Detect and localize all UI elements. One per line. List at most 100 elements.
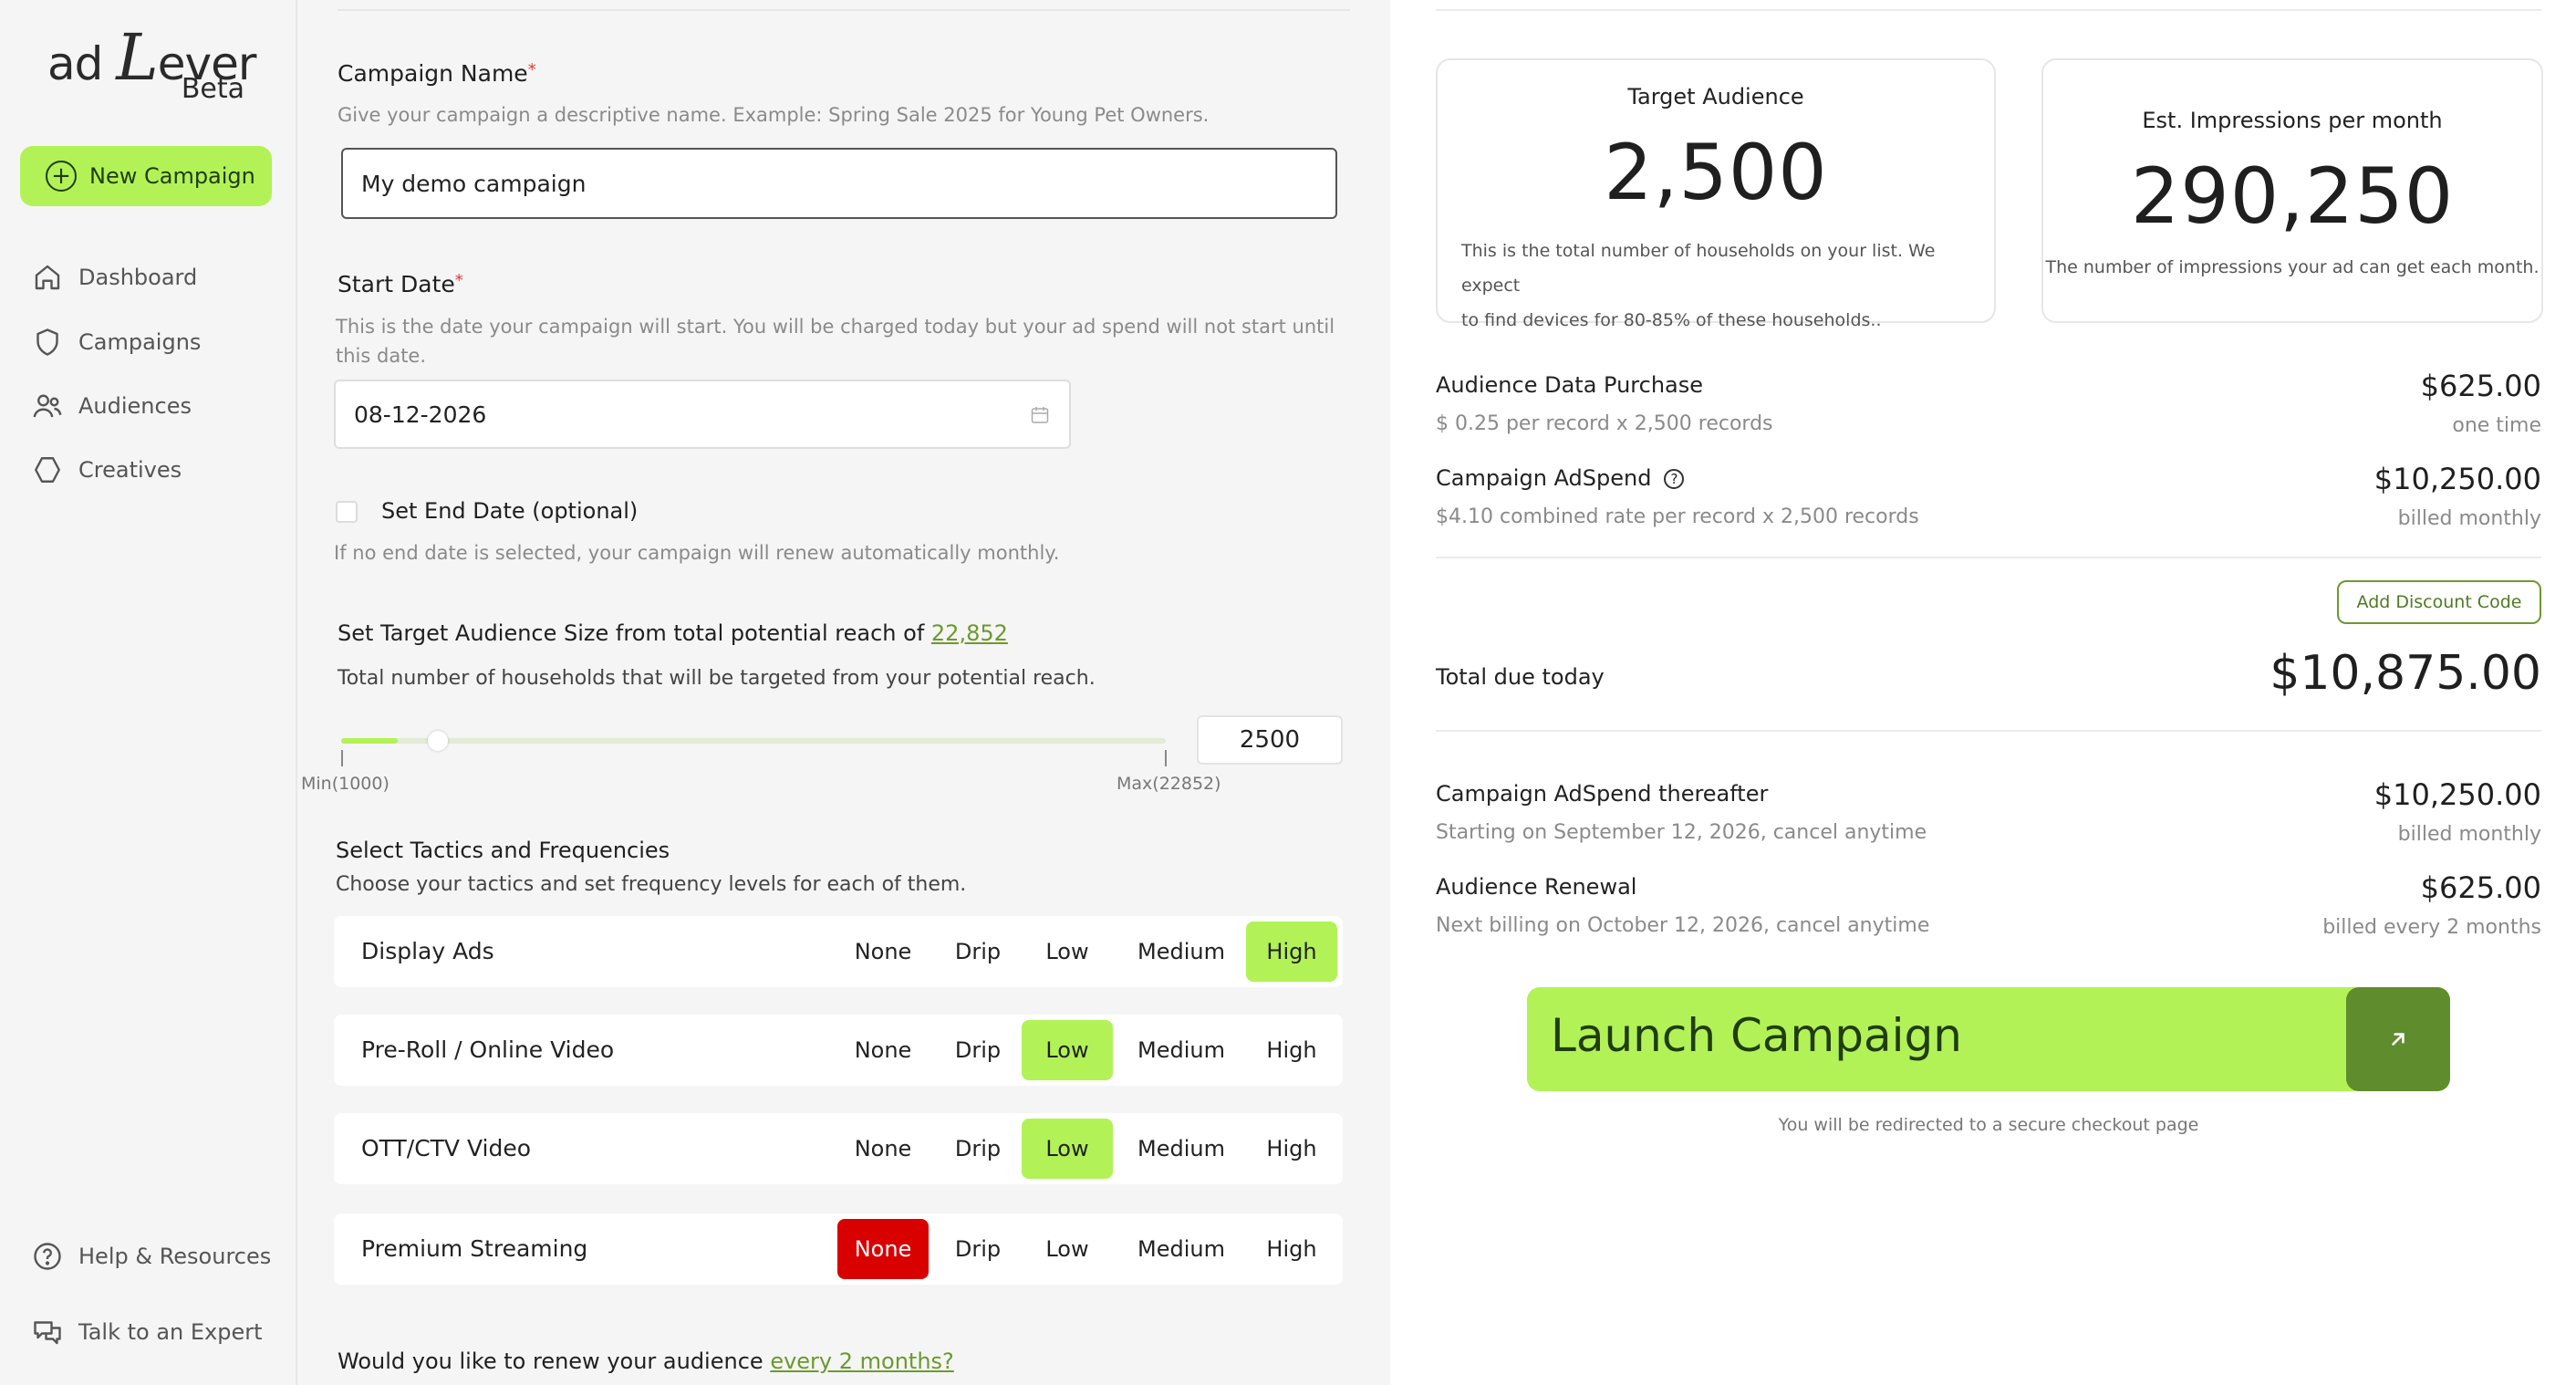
audience-purchase-billing: one time: [2452, 414, 2541, 437]
impressions-value: 290,250: [2130, 151, 2455, 241]
start-date-help: This is the date your campaign will star…: [336, 316, 1335, 367]
adspend-amount: $10,250.00: [2373, 462, 2541, 496]
sidebar-item-label: Dashboard: [78, 265, 198, 290]
frequency-option-drip[interactable]: Drip: [936, 1219, 1020, 1279]
frequency-option-medium[interactable]: Medium: [1120, 1219, 1242, 1279]
audience-purchase-detail: $ 0.25 per record x 2,500 records: [1436, 412, 1773, 435]
redirect-note: You will be redirected to a secure check…: [1778, 1115, 2199, 1135]
audience-slider[interactable]: [341, 731, 1166, 751]
frequency-option-none[interactable]: None: [837, 922, 929, 982]
logo-beta: Beta: [181, 73, 244, 105]
audience-purchase-amount: $625.00: [2420, 369, 2541, 403]
total-due-label: Total due today: [1436, 664, 1605, 690]
hexagon-icon: [35, 457, 60, 483]
thereafter-amount: $10,250.00: [2373, 777, 2541, 812]
audience-slider-thumb[interactable]: [428, 731, 448, 751]
target-audience-value: 2,500: [1604, 128, 1828, 217]
frequency-option-drip[interactable]: Drip: [936, 1119, 1020, 1179]
thereafter-billing: billed monthly: [2397, 823, 2541, 846]
new-campaign-button[interactable]: + New Campaign: [20, 146, 272, 206]
renewal-detail: Next billing on October 12, 2026, cancel…: [1436, 914, 1930, 937]
add-discount-code-button[interactable]: Add Discount Code: [2337, 580, 2541, 624]
tactics-help: Choose your tactics and set frequency le…: [336, 873, 967, 896]
divider: [1436, 9, 2541, 11]
start-date-label: Start Date*: [338, 271, 463, 297]
tactic-name: Premium Streaming: [361, 1235, 588, 1262]
help-icon: [34, 1243, 61, 1270]
start-date-value: 08-12-2026: [354, 401, 487, 428]
frequency-option-high[interactable]: High: [1246, 922, 1337, 982]
frequency-option-high[interactable]: High: [1246, 1219, 1337, 1279]
frequency-option-low[interactable]: Low: [1022, 922, 1113, 982]
tactic-name: Pre-Roll / Online Video: [361, 1036, 615, 1063]
frequency-option-drip[interactable]: Drip: [936, 1020, 1020, 1080]
frequency-option-none[interactable]: None: [837, 1020, 929, 1080]
sidebar-item-campaigns[interactable]: Campaigns: [31, 326, 201, 359]
end-date-label: Set End Date (optional): [381, 498, 639, 524]
card-title: Est. Impressions per month: [2142, 108, 2443, 133]
divider: [1436, 557, 2541, 558]
start-date-input[interactable]: 08-12-2026: [334, 380, 1071, 449]
frequency-option-medium[interactable]: Medium: [1120, 1020, 1242, 1080]
sidebar-item-label: Talk to an Expert: [78, 1319, 263, 1345]
card-desc: The number of impressions your ad can ge…: [2045, 257, 2540, 277]
audience-slider-fill: [341, 738, 398, 744]
potential-reach-link[interactable]: 22,852: [931, 620, 1008, 646]
slider-min-tick: [341, 750, 343, 766]
total-due-amount: $10,875.00: [2270, 646, 2541, 701]
thereafter-label: Campaign AdSpend thereafter: [1436, 781, 1769, 807]
adspend-label: Campaign AdSpend?: [1436, 465, 1685, 491]
tactic-row: OTT/CTV Video None Drip Low Medium High: [334, 1113, 1343, 1184]
arrow-up-right-icon: [2346, 987, 2450, 1091]
campaign-name-input[interactable]: My demo campaign: [341, 148, 1337, 219]
frequency-option-drip[interactable]: Drip: [936, 922, 1020, 982]
end-date-checkbox[interactable]: [336, 501, 358, 523]
frequency-option-none[interactable]: None: [837, 1119, 929, 1179]
sidebar-item-audiences[interactable]: Audiences: [31, 390, 192, 422]
plus-circle-icon: +: [46, 161, 77, 192]
frequency-option-high[interactable]: High: [1246, 1119, 1337, 1179]
sidebar: ad Lever Beta + New Campaign Dashboard C…: [0, 0, 297, 1385]
sidebar-item-expert[interactable]: Talk to an Expert: [31, 1316, 263, 1349]
sidebar-item-label: Help & Resources: [78, 1244, 272, 1269]
adspend-detail: $4.10 combined rate per record x 2,500 r…: [1436, 505, 1919, 528]
end-date-help: If no end date is selected, your campaig…: [334, 542, 1060, 564]
tactic-name: Display Ads: [361, 938, 494, 964]
renewal-billing: billed every 2 months: [2322, 916, 2541, 939]
frequency-option-high[interactable]: High: [1246, 1020, 1337, 1080]
home-icon: [35, 265, 60, 290]
tactic-name: OTT/CTV Video: [361, 1135, 532, 1161]
impressions-card: Est. Impressions per month 290,250 The n…: [2041, 58, 2543, 323]
frequency-option-medium[interactable]: Medium: [1120, 1119, 1242, 1179]
sidebar-item-help[interactable]: Help & Resources: [31, 1240, 271, 1273]
launch-campaign-button[interactable]: Launch Campaign: [1527, 987, 2450, 1091]
audience-size-input[interactable]: 2500: [1197, 715, 1343, 765]
renew-frequency-link[interactable]: every 2 months?: [770, 1349, 953, 1374]
frequency-option-low[interactable]: Low: [1022, 1119, 1113, 1179]
audience-size-label: Set Target Audience Size from total pote…: [338, 620, 1008, 646]
audience-purchase-label: Audience Data Purchase: [1436, 372, 1704, 398]
renew-label: Would you like to renew your audience ev…: [338, 1349, 954, 1374]
help-icon[interactable]: ?: [1664, 469, 1685, 489]
logo: ad Lever Beta: [47, 20, 256, 111]
calendar-icon[interactable]: [1029, 404, 1051, 426]
tactic-row: Pre-Roll / Online Video None Drip Low Medium…: [334, 1015, 1343, 1086]
campaign-name-help: Give your campaign a descriptive name. E…: [338, 104, 1210, 126]
renewal-amount: $625.00: [2420, 870, 2541, 905]
sidebar-item-creatives[interactable]: Creatives: [31, 453, 182, 486]
card-title: Target Audience: [1627, 84, 1804, 109]
target-audience-card: Target Audience 2,500 This is the total …: [1436, 58, 1996, 330]
tactic-row: Premium Streaming None Drip Low Medium High: [334, 1213, 1343, 1285]
frequency-option-medium[interactable]: Medium: [1120, 922, 1242, 982]
tactics-label: Select Tactics and Frequencies: [336, 838, 670, 863]
card-desc: This is the total number of households o…: [1461, 241, 1936, 330]
sidebar-item-label: Campaigns: [78, 329, 202, 355]
frequency-option-low[interactable]: Low: [1022, 1020, 1113, 1080]
frequency-option-low[interactable]: Low: [1022, 1219, 1113, 1279]
frequency-option-none[interactable]: None: [837, 1219, 929, 1279]
sidebar-item-label: Audiences: [78, 393, 192, 419]
tactic-row: Display Ads None Drip Low Medium High: [334, 916, 1343, 987]
sidebar-item-dashboard[interactable]: Dashboard: [31, 261, 197, 294]
users-icon: [33, 394, 62, 418]
shield-icon: [36, 328, 58, 356]
